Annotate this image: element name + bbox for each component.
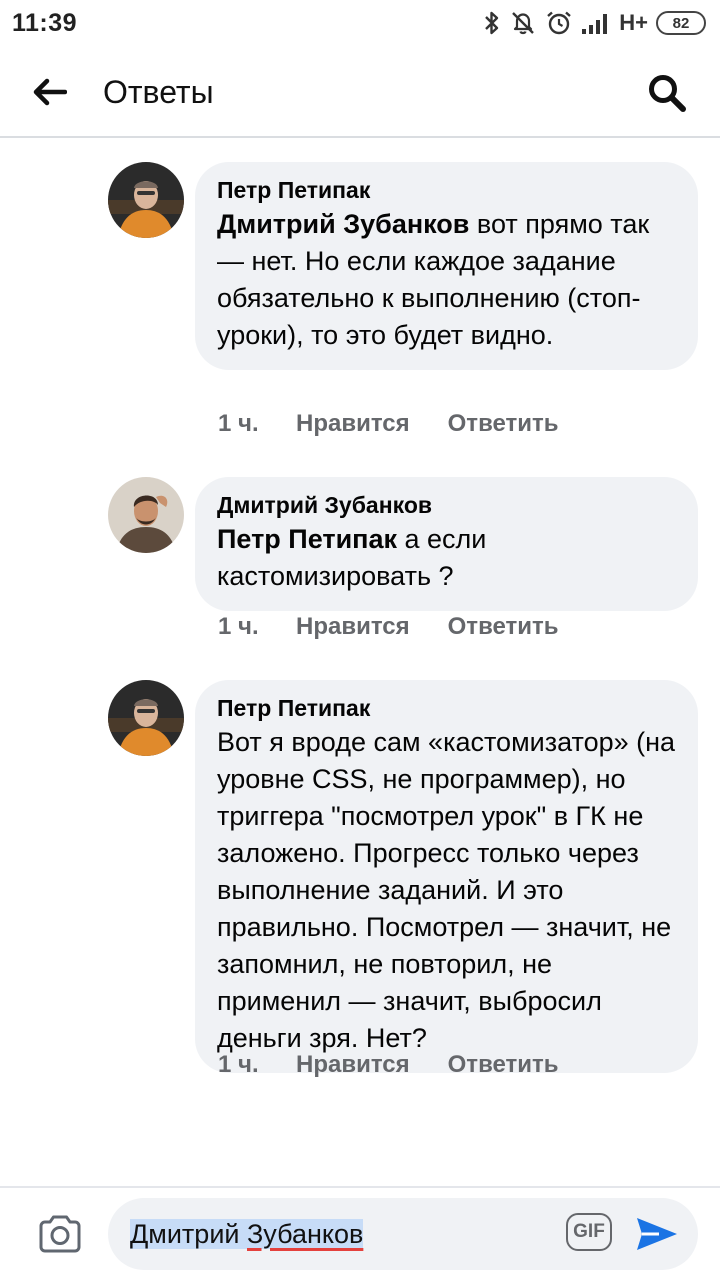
app-header: Ответы xyxy=(0,46,720,138)
status-bar: 11:39 H+ 82 xyxy=(0,0,720,46)
comment-mention[interactable]: Дмитрий Зубанков xyxy=(217,209,469,239)
comment-author[interactable]: Петр Петипак xyxy=(217,176,676,204)
comment-time[interactable]: 1 ч. xyxy=(218,410,296,438)
status-icons: H+ 82 xyxy=(483,8,706,38)
comment-time[interactable]: 1 ч. xyxy=(218,1051,296,1079)
comment-text: Вот я вроде сам «кастомизатор» (на уровн… xyxy=(217,727,676,1053)
input-last-name: Зубанков xyxy=(247,1219,364,1249)
alarm-icon xyxy=(545,8,573,38)
signal-icon xyxy=(581,8,611,38)
avatar[interactable] xyxy=(108,680,184,756)
avatar-image xyxy=(108,477,184,553)
like-button[interactable]: Нравится xyxy=(296,410,410,438)
comment-time[interactable]: 1 ч. xyxy=(218,613,296,641)
back-button[interactable] xyxy=(30,72,70,112)
comment-text: Петр Петипак а если кастомизировать ? xyxy=(217,521,676,595)
gif-button[interactable]: GIF xyxy=(566,1213,612,1251)
search-button[interactable] xyxy=(644,70,690,116)
battery-indicator: 82 xyxy=(656,11,706,35)
input-selection: Дмитрий Зубанков xyxy=(130,1219,364,1249)
mute-icon xyxy=(509,8,537,38)
send-icon xyxy=(637,1218,677,1250)
comment-actions: 1 ч. Нравится Ответить xyxy=(218,1051,559,1079)
comment-bubble: Дмитрий Зубанков Петр Петипак а если кас… xyxy=(195,477,698,611)
comment-author[interactable]: Петр Петипак xyxy=(217,694,676,722)
status-time: 11:39 xyxy=(12,8,78,37)
search-icon xyxy=(649,75,686,112)
avatar-image xyxy=(108,680,184,756)
avatar[interactable] xyxy=(108,162,184,238)
like-button[interactable]: Нравится xyxy=(296,1051,410,1079)
comment-input[interactable]: Дмитрий Зубанков GIF xyxy=(108,1198,698,1270)
reply-button[interactable]: Ответить xyxy=(448,613,559,641)
arrow-left-icon xyxy=(33,78,67,106)
avatar[interactable] xyxy=(108,477,184,553)
send-button[interactable] xyxy=(634,1211,680,1257)
comment-author[interactable]: Дмитрий Зубанков xyxy=(217,491,676,519)
input-first-name: Дмитрий xyxy=(130,1219,240,1249)
comment-text: Дмитрий Зубанков вот прямо так — нет. Но… xyxy=(217,206,676,354)
camera-button[interactable] xyxy=(34,1210,86,1258)
comment-bubble: Петр Петипак Вот я вроде сам «кастомизат… xyxy=(195,680,698,1073)
comment-actions: 1 ч. Нравится Ответить xyxy=(218,410,559,438)
bluetooth-icon xyxy=(483,8,501,38)
comment-input-text[interactable]: Дмитрий Зубанков xyxy=(130,1217,364,1251)
comment-mention[interactable]: Петр Петипак xyxy=(217,524,397,554)
camera-icon xyxy=(39,1215,81,1253)
network-type: H+ xyxy=(619,10,648,35)
reply-button[interactable]: Ответить xyxy=(448,410,559,438)
page-title: Ответы xyxy=(103,74,214,110)
reply-button[interactable]: Ответить xyxy=(448,1051,559,1079)
reply-composer: Дмитрий Зубанков GIF xyxy=(0,1186,720,1280)
comment-actions: 1 ч. Нравится Ответить xyxy=(218,613,559,641)
avatar-image xyxy=(108,162,184,238)
like-button[interactable]: Нравится xyxy=(296,613,410,641)
comment-bubble: Петр Петипак Дмитрий Зубанков вот прямо … xyxy=(195,162,698,370)
